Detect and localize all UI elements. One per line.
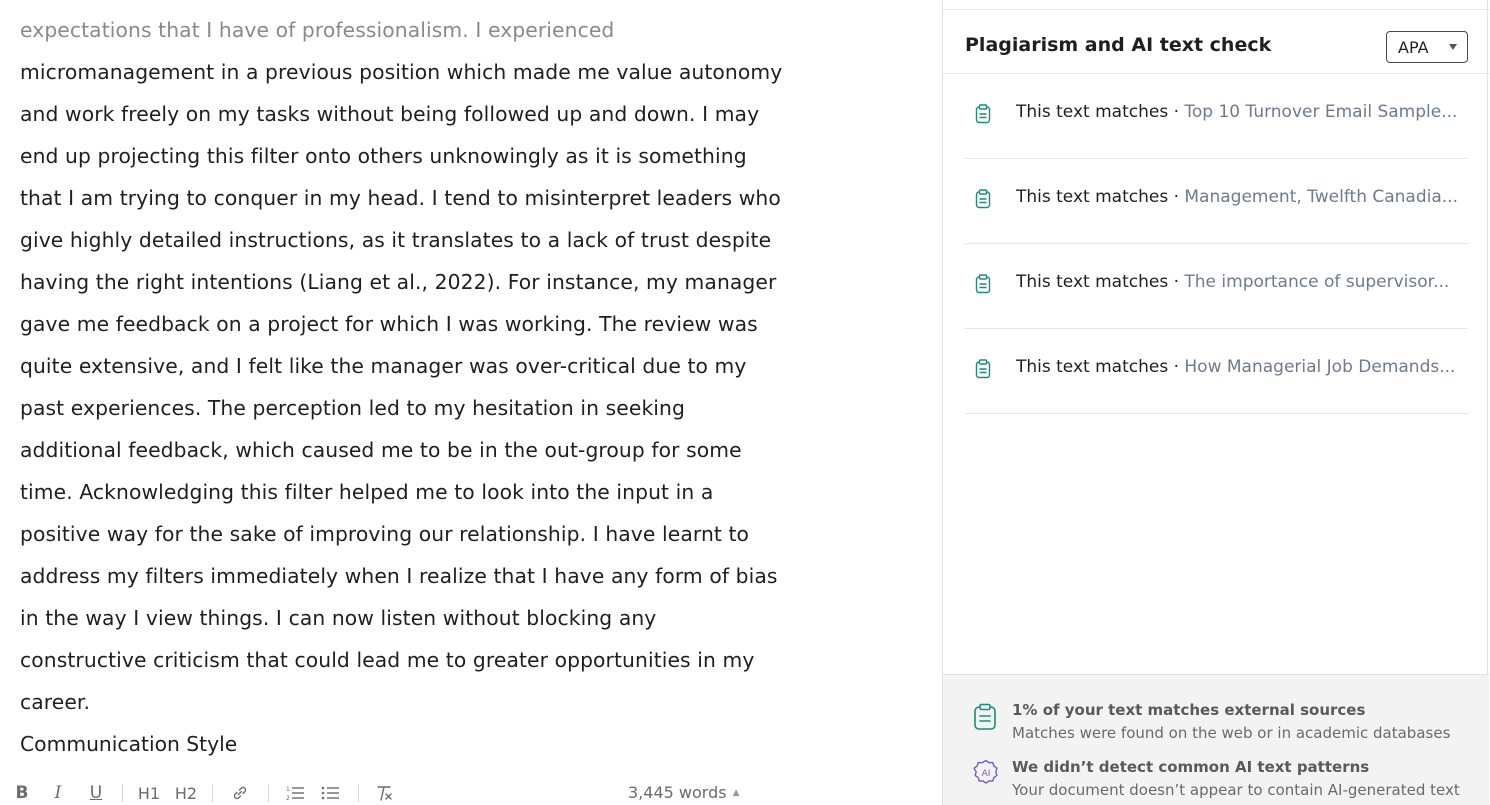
match-item[interactable]: This text matches · Top 10 Turnover Emai… xyxy=(965,74,1468,159)
dropdown-arrow-icon xyxy=(1449,44,1457,50)
document-line[interactable]: gave me feedback on a project for which … xyxy=(20,303,820,345)
check-summary: 1% of your text matches external sources… xyxy=(943,674,1489,805)
toolbar-divider xyxy=(268,784,269,802)
document-line[interactable]: expectations that I have of professional… xyxy=(20,9,820,51)
match-item[interactable]: This text matches · The importance of su… xyxy=(965,244,1468,329)
document-line[interactable]: having the right intentions (Liang et al… xyxy=(20,261,820,303)
match-label: This text matches · xyxy=(1016,187,1185,207)
clipboard-icon xyxy=(975,359,991,379)
plagiarism-summary-title: 1% of your text matches external sources xyxy=(1012,701,1366,719)
match-source[interactable]: Management, Twelfth Canadia... xyxy=(1184,187,1458,207)
italic-button[interactable]: I xyxy=(46,778,70,805)
match-item[interactable]: This text matches · Management, Twelfth … xyxy=(965,159,1468,244)
document-line[interactable]: positive way for the sake of improving o… xyxy=(20,513,820,555)
document-line[interactable]: quite extensive, and I felt like the man… xyxy=(20,345,820,387)
bullet-list-icon xyxy=(321,786,339,800)
document-line[interactable]: address my filters immediately when I re… xyxy=(20,555,820,597)
plagiarism-panel: Plagiarism and AI text check APA This te… xyxy=(942,0,1489,805)
match-label: This text matches · xyxy=(1016,102,1185,122)
svg-text:2: 2 xyxy=(286,795,290,802)
match-list: This text matches · Top 10 Turnover Emai… xyxy=(965,74,1468,414)
document-line[interactable]: end up projecting this filter onto other… xyxy=(20,135,820,177)
clipboard-icon xyxy=(975,274,991,294)
document-line[interactable]: constructive criticism that could lead m… xyxy=(20,639,820,681)
document-editor[interactable]: expectations that I have of professional… xyxy=(0,0,942,805)
link-button[interactable] xyxy=(228,778,252,805)
match-label: This text matches · xyxy=(1016,272,1185,292)
document-line[interactable]: in the way I view things. I can now list… xyxy=(20,597,820,639)
document-body[interactable]: expectations that I have of professional… xyxy=(20,9,820,723)
match-text: This text matches · Top 10 Turnover Emai… xyxy=(1016,102,1468,122)
clipboard-icon xyxy=(975,189,991,209)
clipboard-icon xyxy=(975,104,991,124)
heading1-button[interactable]: H1 xyxy=(136,778,162,805)
toolbar-divider xyxy=(122,784,123,802)
ai-summary-text: Your document doesn’t appear to contain … xyxy=(1012,781,1460,799)
ai-icon-label: AI xyxy=(982,769,991,779)
match-item[interactable]: This text matches · How Managerial Job D… xyxy=(965,329,1468,414)
toolbar-divider xyxy=(358,784,359,802)
plagiarism-summary-text: Matches were found on the web or in acad… xyxy=(1012,724,1451,742)
document-line[interactable]: micromanagement in a previous position w… xyxy=(20,51,820,93)
clear-format-icon xyxy=(377,786,392,801)
document-line[interactable]: past experiences. The perception led to … xyxy=(20,387,820,429)
match-source[interactable]: Top 10 Turnover Email Sample... xyxy=(1184,102,1457,122)
underline-button[interactable]: U xyxy=(84,778,108,805)
match-source[interactable]: The importance of supervisor... xyxy=(1184,272,1449,292)
word-count-label: 3,445 words xyxy=(628,783,727,802)
numbered-list-icon: 12 xyxy=(286,786,304,802)
match-label: This text matches · xyxy=(1016,357,1185,377)
document-line[interactable]: give highly detailed instructions, as it… xyxy=(20,219,820,261)
numbered-list-button[interactable]: 12 xyxy=(283,778,307,805)
citation-style-value: APA xyxy=(1398,37,1429,57)
clear-format-button[interactable] xyxy=(372,778,396,805)
section-heading[interactable]: Communication Style xyxy=(20,723,237,765)
document-line[interactable]: additional feedback, which caused me to … xyxy=(20,429,820,471)
caret-up-icon: ▲ xyxy=(732,787,740,798)
ai-summary-title: We didn’t detect common AI text patterns xyxy=(1012,758,1370,776)
ai-badge-icon: AI xyxy=(973,759,999,789)
toolbar-divider xyxy=(212,784,213,802)
word-count[interactable]: 3,445 words ▲ xyxy=(628,783,739,802)
format-toolbar: B I U H1 H2 12 3,445 words ▲ xyxy=(0,778,942,805)
document-line[interactable]: that I am trying to conquer in my head. … xyxy=(20,177,820,219)
match-text: This text matches · The importance of su… xyxy=(1016,272,1468,292)
bold-button[interactable]: B xyxy=(10,778,34,805)
match-text: This text matches · Management, Twelfth … xyxy=(1016,187,1468,207)
document-line[interactable]: time. Acknowledging this filter helped m… xyxy=(20,471,820,513)
heading2-button[interactable]: H2 xyxy=(173,778,199,805)
clipboard-icon xyxy=(973,703,997,735)
link-icon xyxy=(233,786,247,800)
bullet-list-button[interactable] xyxy=(318,778,342,805)
document-line[interactable]: career. xyxy=(20,681,820,723)
match-text: This text matches · How Managerial Job D… xyxy=(1016,357,1468,377)
svg-text:1: 1 xyxy=(286,786,290,793)
document-line[interactable]: and work freely on my tasks without bein… xyxy=(20,93,820,135)
panel-title: Plagiarism and AI text check xyxy=(965,34,1272,56)
match-source[interactable]: How Managerial Job Demands... xyxy=(1184,357,1455,377)
citation-style-select[interactable]: APA xyxy=(1386,31,1468,63)
panel-header: Plagiarism and AI text check APA xyxy=(943,10,1489,74)
